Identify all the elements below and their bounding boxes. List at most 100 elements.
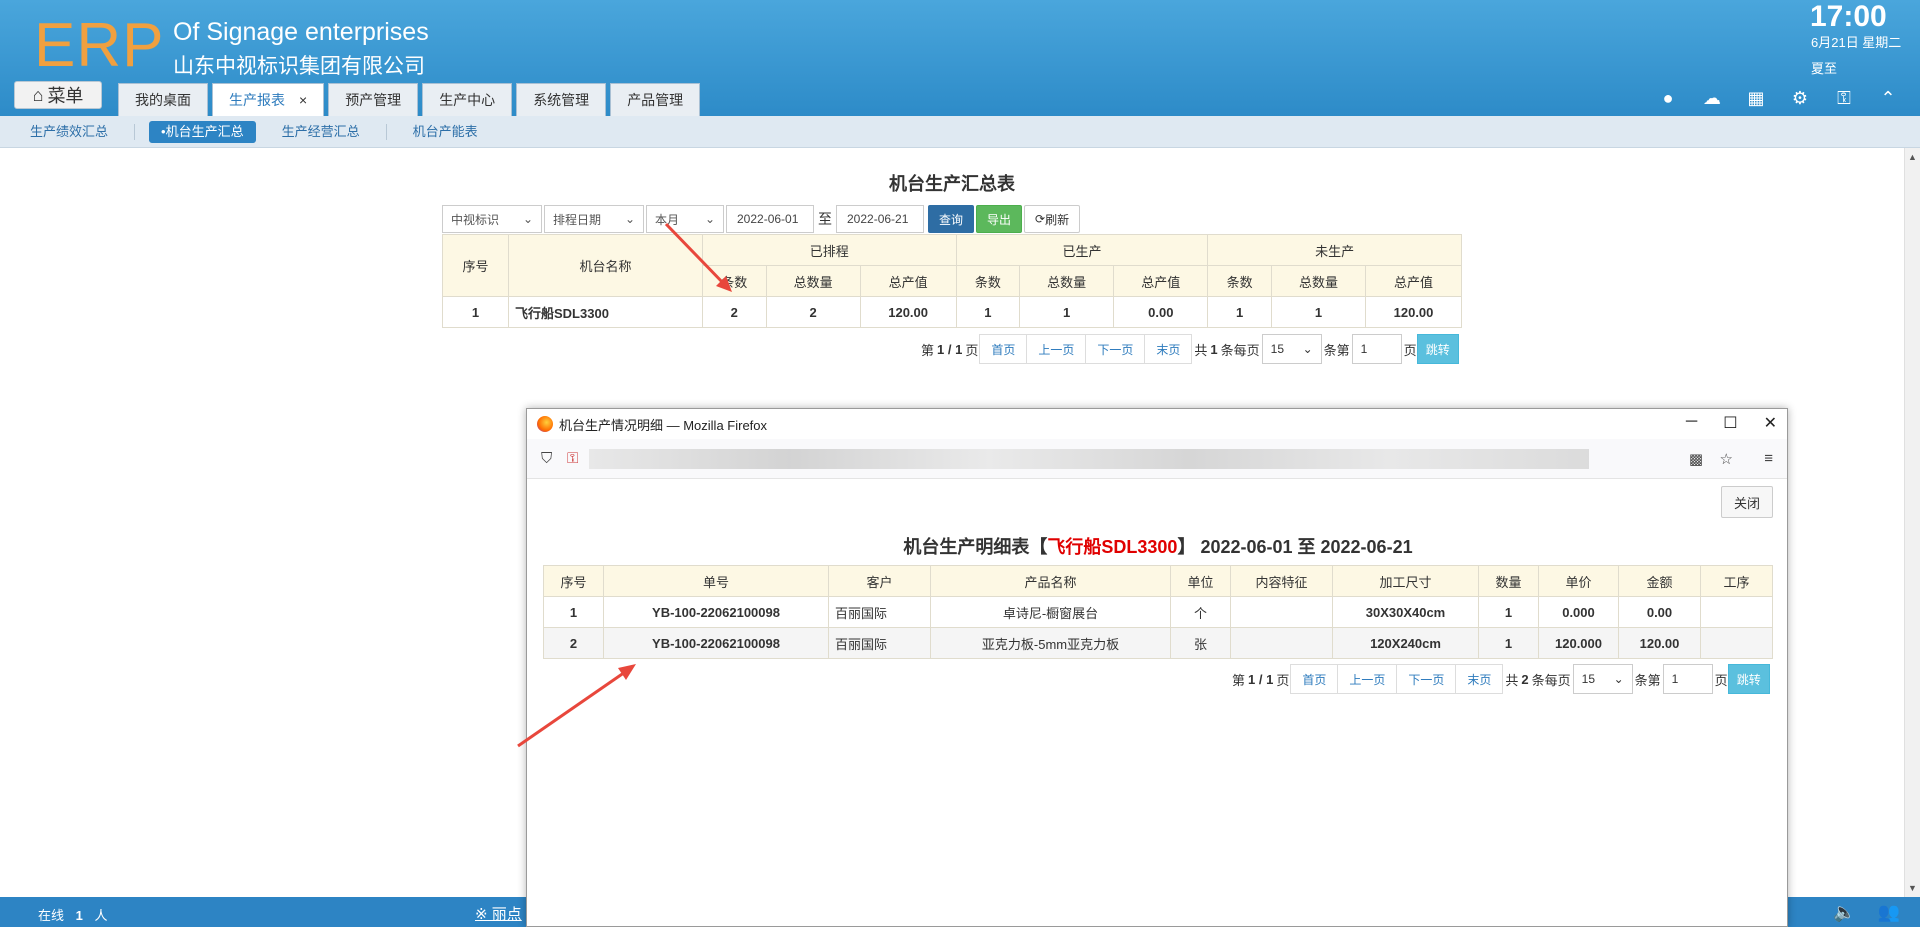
col-value: 总产值	[859, 265, 957, 297]
popup-titlebar[interactable]: 机台生产情况明细 — Mozilla Firefox ─ ☐ ✕	[527, 409, 1787, 439]
col-value: 总产值	[1113, 265, 1209, 297]
prev-page-button[interactable]: 上一页	[1337, 664, 1398, 694]
to-label: 至	[818, 211, 832, 227]
next-page-button[interactable]: 下一页	[1085, 334, 1146, 364]
scroll-up-icon[interactable]: ▲	[1908, 152, 1917, 162]
unproduced-count-link[interactable]: 1	[1207, 296, 1272, 328]
company-select[interactable]: 中视标识 ⌄	[442, 205, 542, 233]
app-header: ERP Of Signage enterprises 山东中视标识集团有限公司 …	[0, 0, 1920, 116]
last-page-button[interactable]: 末页	[1144, 334, 1193, 364]
close-icon[interactable]: ✕	[1764, 413, 1777, 433]
sub-navigation: 生产绩效汇总 •机台生产汇总 生产经营汇总 机台产能表	[0, 116, 1920, 148]
tab-preproduction[interactable]: 预产管理	[328, 83, 419, 116]
shield-icon[interactable]: ⛉	[541, 450, 552, 467]
company-select-value: 中视标识	[451, 212, 500, 227]
col-header: 序号	[543, 565, 604, 597]
period-select[interactable]: 本月 ⌄	[646, 205, 724, 233]
divider	[385, 123, 387, 140]
pager-page-info: 1 / 1	[937, 341, 963, 357]
prev-page-button[interactable]: 上一页	[1026, 334, 1087, 364]
clock-date: 6月21日 星期二	[1811, 35, 1902, 50]
key-icon[interactable]: ⚿	[1834, 88, 1854, 108]
qr-icon[interactable]: ▩	[1689, 450, 1703, 468]
pager-page-pre: 第	[921, 342, 935, 358]
produced-count-link[interactable]: 1	[955, 296, 1021, 328]
cell-p-value: 0.00	[1113, 296, 1209, 328]
subnav-performance-summary[interactable]: 生产绩效汇总	[18, 121, 120, 143]
col-value: 总产值	[1365, 265, 1462, 297]
per-page-value: 15	[1581, 672, 1596, 686]
first-page-button[interactable]: 首页	[979, 334, 1028, 364]
page-number-input[interactable]: 1	[1351, 334, 1402, 364]
tab-production-center[interactable]: 生产中心	[422, 83, 513, 116]
tab-label: 系统管理	[533, 92, 590, 108]
close-button[interactable]: 关闭	[1720, 486, 1773, 518]
col-header: 客户	[828, 565, 931, 597]
maximize-icon[interactable]: ☐	[1723, 413, 1737, 433]
col-count: 条数	[1207, 265, 1272, 297]
per-page-select[interactable]: 15 ⌄	[1261, 334, 1322, 364]
tab-product-management[interactable]: 产品管理	[610, 83, 701, 116]
first-page-button[interactable]: 首页	[1290, 664, 1339, 694]
subnav-capacity-table[interactable]: 机台产能表	[401, 121, 490, 143]
tab-system-management[interactable]: 系统管理	[516, 83, 607, 116]
insecure-lock-icon[interactable]: ⚿	[567, 450, 578, 467]
notice-marquee[interactable]: ※ 丽点	[475, 903, 522, 924]
date-to-input[interactable]: 2022-06-21	[836, 205, 924, 233]
col-qty: 总数量	[1270, 265, 1367, 297]
url-bar: ⛉ ⚿ ▩ ☆ ≡	[527, 439, 1787, 479]
export-button[interactable]: 导出	[976, 205, 1023, 233]
cell: 0.000	[1538, 596, 1619, 628]
pager-total: 2	[1521, 671, 1529, 687]
firefox-logo-icon	[537, 416, 553, 432]
cell: 1	[1478, 627, 1539, 659]
jump-button[interactable]: 跳转	[1727, 664, 1770, 694]
pager-total-post: 条每页	[1220, 342, 1260, 358]
cloud-icon[interactable]: ☁	[1702, 88, 1722, 108]
page-scrollbar[interactable]: ▲ ▼	[1904, 148, 1920, 897]
next-page-button[interactable]: 下一页	[1396, 664, 1457, 694]
per-page-select[interactable]: 15 ⌄	[1572, 664, 1633, 694]
per-page-value: 15	[1270, 342, 1285, 356]
pager-page-post: 页	[1276, 672, 1290, 688]
cell: 120X240cm	[1332, 627, 1479, 659]
page-number-input[interactable]: 1	[1662, 664, 1713, 694]
menu-button[interactable]: ⌂ 菜单	[14, 81, 102, 109]
cell: 百丽国际	[828, 627, 931, 659]
last-page-button[interactable]: 末页	[1455, 664, 1504, 694]
user-icon[interactable]: ●	[1658, 88, 1678, 108]
period-value: 本月	[655, 212, 680, 227]
home-icon: ⌂	[32, 84, 44, 105]
subnav-machine-summary[interactable]: •机台生产汇总	[149, 120, 256, 143]
cell	[1230, 627, 1333, 659]
star-icon[interactable]: ☆	[1720, 450, 1733, 468]
cell: 0.00	[1618, 596, 1701, 628]
cell: YB-100-22062100098	[603, 596, 829, 628]
apps-icon[interactable]: ▦	[1746, 88, 1766, 108]
refresh-button[interactable]: ⟳ 刷新	[1024, 205, 1081, 233]
tab-production-report[interactable]: 生产报表 ×	[212, 83, 325, 116]
pager-jump-pre: 条第	[1323, 342, 1350, 358]
col-header: 单位	[1170, 565, 1231, 597]
cell	[1230, 596, 1333, 628]
pager-jump-post: 页	[1714, 672, 1728, 688]
scroll-down-icon[interactable]: ▼	[1908, 883, 1917, 893]
tab-close-icon[interactable]: ×	[299, 92, 307, 108]
collapse-icon[interactable]: ⌃	[1878, 88, 1898, 108]
date-type-select[interactable]: 排程日期 ⌄	[544, 205, 644, 233]
gear-icon[interactable]: ⚙	[1790, 88, 1810, 108]
users-icon[interactable]: 👥	[1878, 902, 1900, 923]
tab-my-desktop[interactable]: 我的桌面	[118, 83, 208, 116]
cell-u-value: 120.00	[1365, 296, 1462, 328]
speaker-icon[interactable]: 🔈	[1833, 902, 1855, 923]
minimize-icon[interactable]: ─	[1686, 413, 1697, 433]
query-button[interactable]: 查询	[928, 205, 975, 233]
url-field[interactable]	[589, 449, 1589, 469]
jump-button[interactable]: 跳转	[1416, 334, 1459, 364]
scheduled-count-link[interactable]: 2	[702, 296, 767, 328]
subnav-operation-summary[interactable]: 生产经营汇总	[270, 121, 372, 143]
date-from-input[interactable]: 2022-06-01	[726, 205, 814, 233]
page-title: 机台生产汇总表	[889, 174, 1015, 194]
hamburger-icon[interactable]: ≡	[1764, 450, 1773, 467]
solar-term: 夏至	[1811, 61, 1838, 76]
